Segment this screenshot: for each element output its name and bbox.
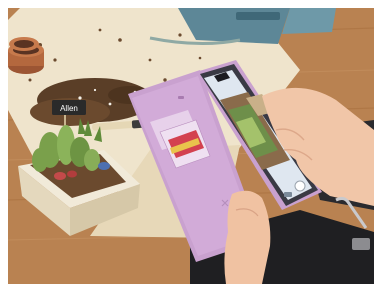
- sign-label: Allen: [60, 104, 78, 113]
- product-photo: Allen: [0, 0, 382, 291]
- terracotta-pots: [8, 37, 44, 74]
